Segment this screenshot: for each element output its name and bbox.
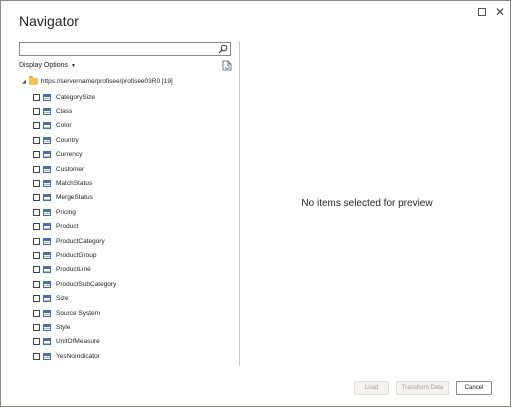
table-icon [43,352,51,360]
tree-root-label: https://servername/profisee/profisee03R0… [40,78,173,85]
item-checkbox[interactable] [33,93,40,101]
item-checkbox[interactable] [33,338,40,346]
tree-item[interactable]: Color [33,120,72,132]
chevron-down-icon: ▼ [71,62,76,69]
tree-item-label: Source System [56,309,101,317]
folder-icon [28,76,38,85]
tree-item[interactable]: YesNoIndicator [33,350,100,362]
item-checkbox[interactable] [33,295,40,303]
item-checkbox[interactable] [33,122,40,130]
tree-item[interactable]: UnitOfMeasure [33,336,100,348]
tree-item-label: MergeStatus [56,194,93,202]
cancel-button[interactable]: Cancel [456,381,492,395]
item-checkbox[interactable] [33,165,40,173]
tree-item-label: UnitOfMeasure [56,338,100,346]
tree-item[interactable]: Currency [33,149,82,161]
preview-pane: No items selected for preview [241,41,493,366]
item-checkbox[interactable] [33,194,40,202]
search-icon[interactable] [218,44,228,54]
dialog-title: Navigator [19,13,79,29]
tree-item[interactable]: Country [33,134,79,146]
table-icon [43,165,51,173]
tree-item-label: CategorySize [56,93,96,101]
table-icon [43,122,51,130]
close-button[interactable]: ✕ [493,5,507,19]
item-checkbox[interactable] [33,352,40,360]
tree-item[interactable]: Customer [33,163,84,175]
item-checkbox[interactable] [33,208,40,216]
navigator-dialog: Navigator ✕ Display Options ▼ ◢ https://… [0,0,511,407]
tree-item-label: ProductSubCategory [56,280,117,288]
item-checkbox[interactable] [33,179,40,187]
tree-item-label: ProductLine [56,266,91,274]
tree-item[interactable]: Size [33,293,69,305]
tree-item[interactable]: ProductGroup [33,249,96,261]
tree-item-label: Size [56,295,69,303]
tree-root-node[interactable]: ◢ https://servername/profisee/profisee03… [22,76,173,85]
table-icon [43,237,51,245]
tree-item[interactable]: Source System [33,307,100,319]
table-icon [43,151,51,159]
tree-item-label: Country [56,136,79,144]
display-options-label: Display Options [19,62,69,69]
table-icon [43,251,51,259]
item-checkbox[interactable] [33,323,40,331]
table-icon [43,266,51,274]
table-icon [43,136,51,144]
empty-preview-message: No items selected for preview [301,198,433,209]
tree-item[interactable]: MatchStatus [33,177,92,189]
table-icon [43,93,51,101]
tree-item-label: ProductCategory [56,237,105,245]
expand-collapse-icon[interactable]: ◢ [22,79,26,85]
maximize-button[interactable] [475,5,489,19]
close-icon: ✕ [494,5,506,19]
tree-item-label: Class [56,107,73,115]
search-input[interactable] [19,42,231,56]
tree-item[interactable]: Pricing [33,206,76,218]
item-checkbox[interactable] [33,251,40,259]
tree-item[interactable]: ProductLine [33,264,91,276]
tree-item[interactable]: Style [33,321,70,333]
tree-item-label: Style [56,323,71,331]
table-icon [43,107,51,115]
tree-item[interactable]: MergeStatus [33,192,93,204]
transform-data-button[interactable]: Transform Data [396,381,449,395]
display-options-dropdown[interactable]: Display Options ▼ [19,62,76,69]
item-checkbox[interactable] [33,223,40,231]
table-icon [43,338,51,346]
table-icon [43,179,51,187]
tree-item-label: YesNoIndicator [56,352,100,360]
item-checkbox[interactable] [33,237,40,245]
item-checkbox[interactable] [33,309,40,317]
tree-item-label: MatchStatus [56,179,93,187]
tree-item[interactable]: CategorySize [33,91,95,103]
tree-item[interactable]: ProductCategory [33,235,105,247]
load-button[interactable]: Load [354,381,389,395]
item-checkbox[interactable] [33,280,40,288]
maximize-icon [478,8,486,16]
item-checkbox[interactable] [33,151,40,159]
tree-item-label: ProductGroup [56,251,97,259]
item-checkbox[interactable] [33,266,40,274]
item-checkbox[interactable] [33,136,40,144]
table-icon [43,295,51,303]
table-icon [43,194,51,202]
table-icon [43,280,51,288]
tree-item-label: Color [56,122,72,130]
tree-item[interactable]: Class [33,105,72,117]
tree-item-label: Product [56,223,79,231]
tree-item-label: Currency [56,151,83,159]
table-icon [43,323,51,331]
tree-item[interactable]: Product [33,221,78,233]
refresh-icon[interactable] [222,60,232,71]
tree-item-label: Pricing [56,208,76,216]
tree-item[interactable]: ProductSubCategory [33,278,116,290]
item-checkbox[interactable] [33,107,40,115]
table-icon [43,223,51,231]
table-icon [43,309,51,317]
tree-item-label: Customer [56,165,85,173]
table-icon [43,208,51,216]
navigator-tree-pane: Display Options ▼ ◢ https://servername/p… [18,41,240,366]
